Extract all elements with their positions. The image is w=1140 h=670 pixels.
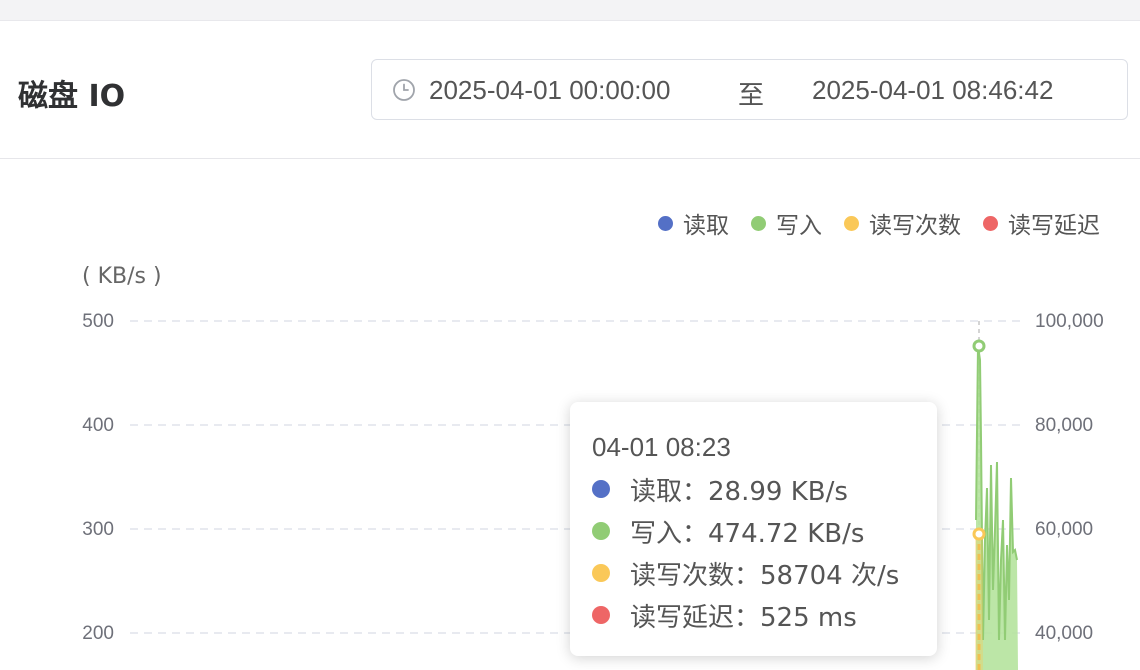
tooltip-row-iops: 读写次数：58704 次/s [592, 552, 915, 594]
left-tick-400: 400 [82, 415, 114, 436]
left-tick-300: 300 [82, 519, 114, 540]
right-tick-60000: 60,000 [1035, 519, 1093, 540]
write-hover-point [972, 339, 986, 353]
left-tick-200: 200 [82, 623, 114, 644]
tooltip-label-read: 读取：28.99 KB/s [630, 476, 848, 507]
right-tick-100000: 100,000 [1035, 311, 1104, 332]
tooltip-row-write: 写入：474.72 KB/s [592, 510, 915, 552]
tooltip-label-latency: 读写延迟：525 ms [630, 602, 857, 633]
tooltip-dot-latency [592, 606, 610, 624]
tooltip-dot-read [592, 480, 610, 498]
iops-hover-point [972, 527, 986, 541]
tooltip-time: 04-01 08:23 [592, 432, 731, 462]
tooltip-dot-write [592, 522, 610, 540]
tooltip-row-read: 读取：28.99 KB/s [592, 468, 915, 510]
tooltip-row-latency: 读写延迟：525 ms [592, 594, 915, 636]
tooltip-dot-iops [592, 564, 610, 582]
iops-series [975, 534, 983, 670]
tooltip-label-write: 写入：474.72 KB/s [630, 518, 865, 549]
right-tick-40000: 40,000 [1035, 623, 1093, 644]
left-tick-500: 500 [82, 311, 114, 332]
right-tick-80000: 80,000 [1035, 415, 1093, 436]
tooltip-label-iops: 读写次数：58704 次/s [630, 560, 900, 591]
chart-tooltip: 04-01 08:23 读取：28.99 KB/s 写入：474.72 KB/s… [570, 402, 937, 656]
